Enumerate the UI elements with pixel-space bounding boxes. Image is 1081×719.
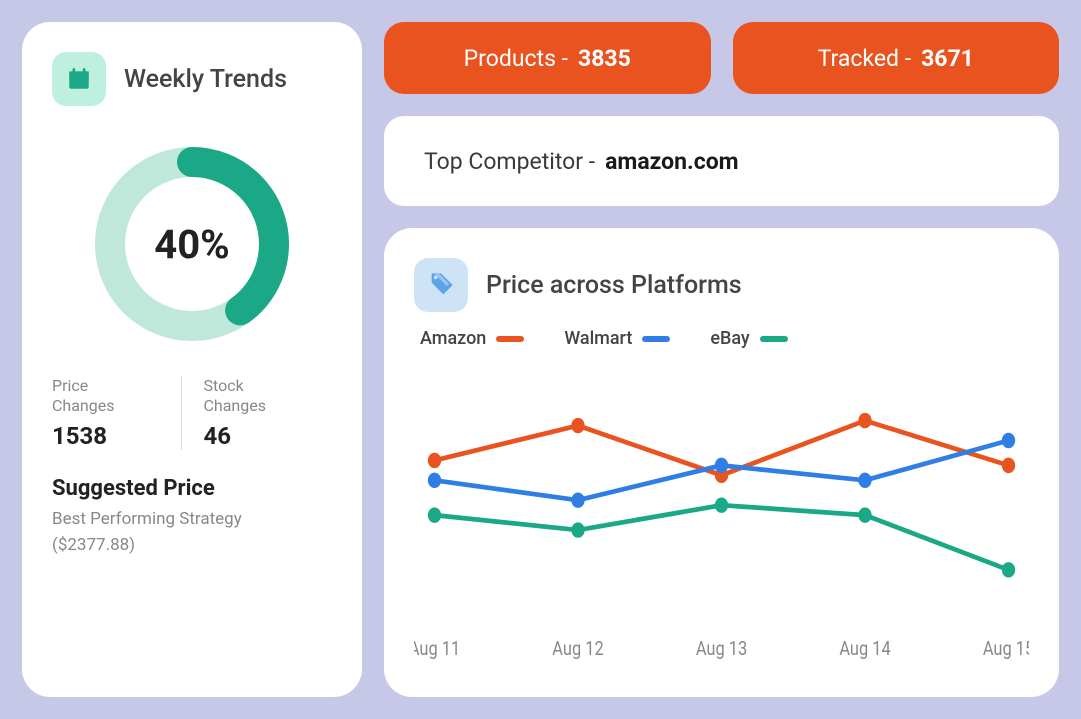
legend-walmart-swatch bbox=[642, 336, 670, 342]
price-changes-label: PriceChanges bbox=[52, 376, 163, 416]
svg-text:Aug 11: Aug 11 bbox=[414, 639, 460, 660]
chart-legend: Amazon Walmart eBay bbox=[414, 328, 1029, 349]
tag-icon bbox=[414, 258, 468, 312]
price-changes-value: 1538 bbox=[52, 422, 163, 450]
svg-text:Aug 14: Aug 14 bbox=[839, 639, 890, 660]
legend-walmart-label: Walmart bbox=[564, 328, 632, 349]
stock-changes-stat: StockChanges 46 bbox=[181, 376, 333, 450]
svg-text:Aug 15: Aug 15 bbox=[983, 639, 1029, 660]
tracked-value: 3671 bbox=[921, 45, 974, 72]
right-column: Products - 3835 Tracked - 3671 Top Compe… bbox=[384, 22, 1059, 697]
products-pill: Products - 3835 bbox=[384, 22, 711, 94]
price-chart-header: Price across Platforms bbox=[414, 258, 1029, 312]
stats-row: PriceChanges 1538 StockChanges 46 bbox=[52, 376, 332, 450]
suggested-price-sub: Best Performing Strategy bbox=[52, 509, 332, 529]
price-chart-card: Price across Platforms Amazon Walmart eB… bbox=[384, 228, 1059, 697]
stock-changes-label: StockChanges bbox=[204, 376, 315, 416]
legend-amazon-swatch bbox=[496, 336, 524, 342]
products-label: Products - bbox=[464, 45, 568, 72]
weekly-trends-title: Weekly Trends bbox=[124, 65, 287, 94]
legend-ebay-label: eBay bbox=[710, 328, 749, 349]
top-competitor-label: Top Competitor - bbox=[424, 148, 595, 175]
calendar-icon bbox=[52, 52, 106, 106]
stock-changes-value: 46 bbox=[204, 422, 315, 450]
svg-text:Aug 13: Aug 13 bbox=[696, 639, 747, 660]
tracked-label: Tracked - bbox=[818, 45, 911, 72]
price-chart-title: Price across Platforms bbox=[486, 271, 742, 300]
weekly-trends-header: Weekly Trends bbox=[52, 52, 332, 106]
legend-ebay-swatch bbox=[760, 336, 788, 342]
legend-ebay: eBay bbox=[710, 328, 787, 349]
donut-percent-label: 40% bbox=[82, 134, 302, 354]
suggested-price-value: ($2377.88) bbox=[52, 535, 332, 555]
donut-chart: 40% bbox=[52, 134, 332, 354]
price-changes-stat: PriceChanges 1538 bbox=[52, 376, 181, 450]
products-value: 3835 bbox=[578, 45, 631, 72]
suggested-price-title: Suggested Price bbox=[52, 476, 332, 501]
legend-walmart: Walmart bbox=[564, 328, 670, 349]
tracked-pill: Tracked - 3671 bbox=[733, 22, 1060, 94]
line-chart-area: Aug 11 Aug 12 Aug 13 Aug 14 Aug 15 bbox=[414, 359, 1029, 667]
top-competitor-bar: Top Competitor - amazon.com bbox=[384, 116, 1059, 206]
legend-amazon-label: Amazon bbox=[420, 328, 486, 349]
svg-text:Aug 12: Aug 12 bbox=[552, 639, 603, 660]
top-competitor-value: amazon.com bbox=[605, 148, 739, 175]
legend-amazon: Amazon bbox=[420, 328, 524, 349]
weekly-trends-card: Weekly Trends 40% PriceChanges 1538 Stoc… bbox=[22, 22, 362, 697]
top-pills-row: Products - 3835 Tracked - 3671 bbox=[384, 22, 1059, 94]
